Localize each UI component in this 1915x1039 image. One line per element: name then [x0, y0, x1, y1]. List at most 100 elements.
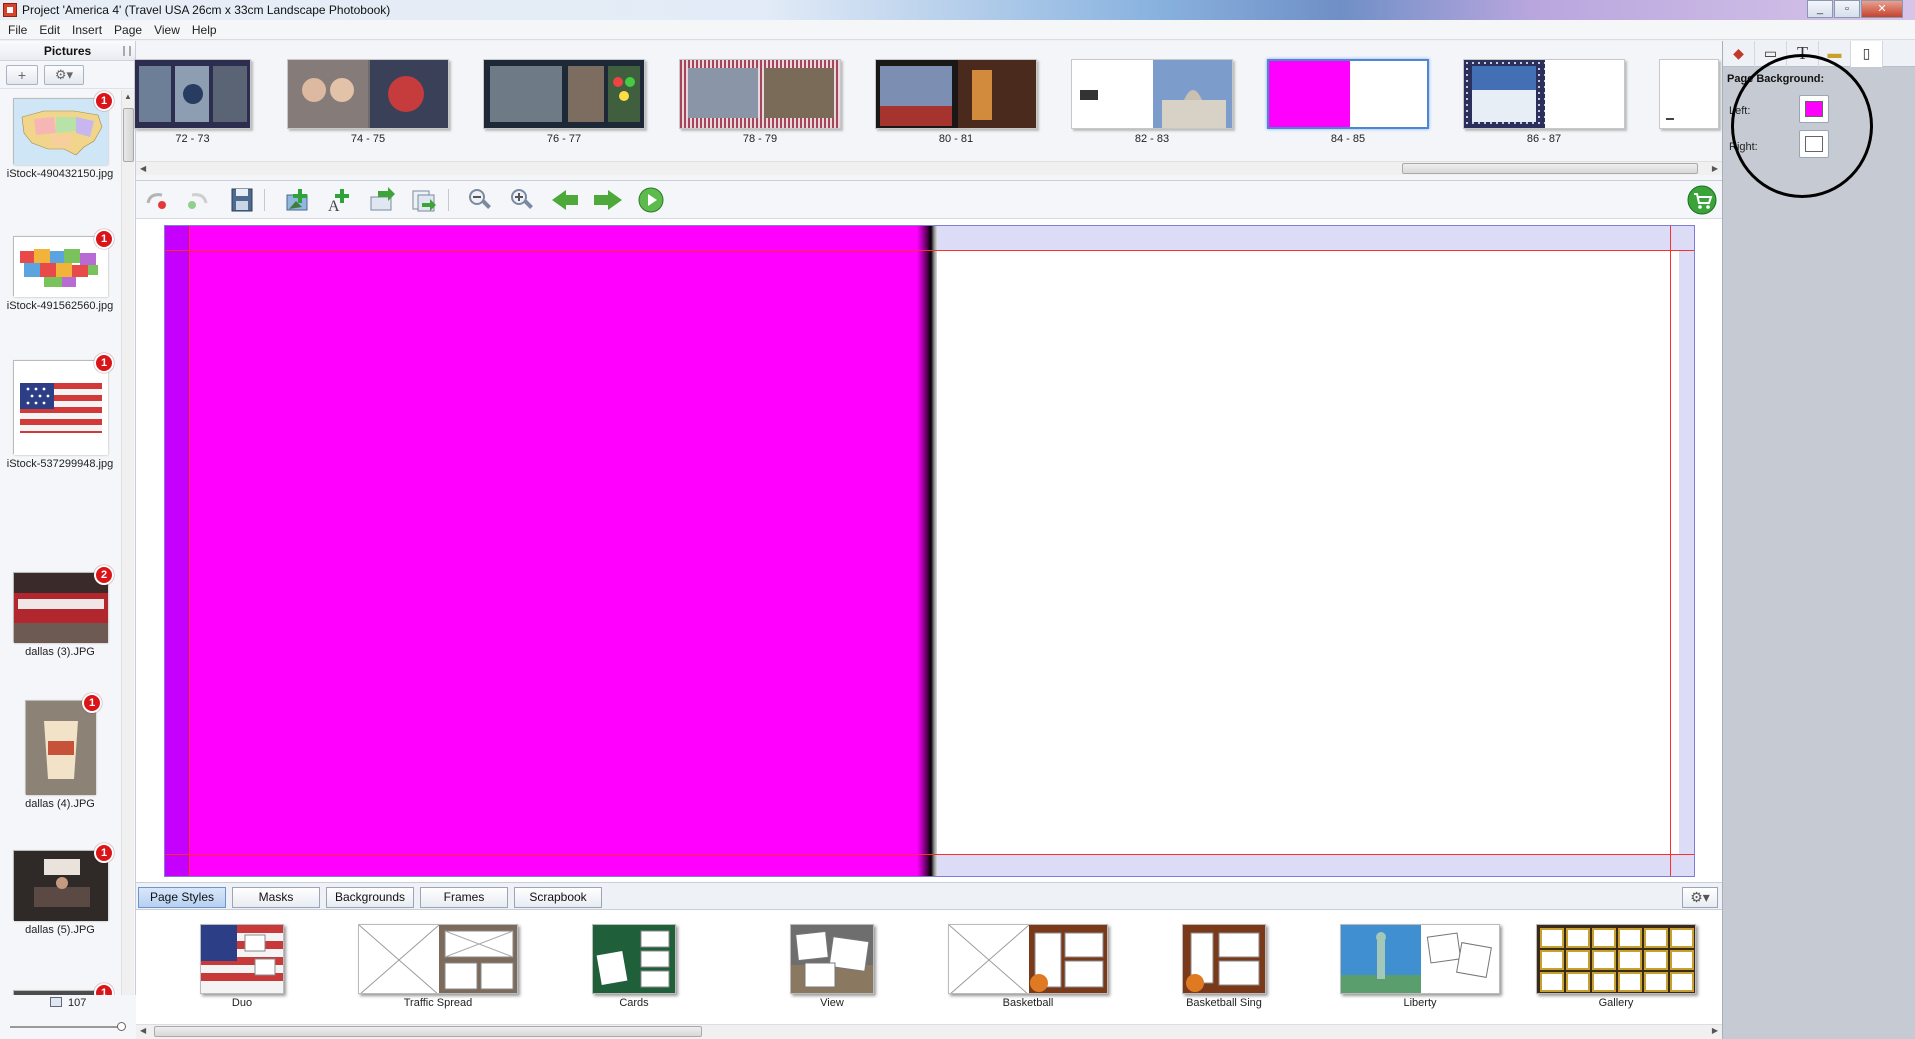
svg-text:A: A	[328, 198, 340, 213]
picture-filename: dallas (3).JPG	[25, 646, 95, 658]
add-picture-button[interactable]: +	[6, 65, 38, 85]
cart-icon[interactable]	[1686, 185, 1718, 215]
panel-grip-icon[interactable]	[123, 46, 131, 56]
usage-count-badge: 1	[94, 229, 114, 249]
maximize-button[interactable]: ▫	[1834, 0, 1860, 18]
scroll-right-icon[interactable]: ▶	[1712, 1026, 1718, 1035]
spread-thumbnail[interactable]: 72 - 73	[134, 59, 251, 145]
scroll-thumb[interactable]	[123, 108, 134, 162]
spread-thumbnail[interactable]: 82 - 83	[1071, 59, 1233, 145]
tab-backgrounds[interactable]: Backgrounds	[326, 887, 414, 908]
menu-view[interactable]: View	[148, 20, 186, 40]
spread-thumbnail[interactable]: 80 - 81	[875, 59, 1037, 145]
pictures-title: Pictures	[43, 44, 92, 58]
picture-thumbnail[interactable]: 1	[13, 843, 114, 921]
list-item[interactable]: 1 iStock-491562560.jpg	[0, 229, 120, 312]
page-style-view[interactable]: View	[790, 924, 874, 1009]
scroll-left-icon[interactable]: ◀	[140, 1026, 146, 1035]
undo-icon[interactable]	[142, 187, 170, 213]
page-icon[interactable]: ▯	[1851, 41, 1883, 67]
picture-thumbnail[interactable]: 1	[13, 353, 114, 455]
previous-page-icon[interactable]	[552, 187, 580, 213]
spread-canvas[interactable]	[164, 225, 1695, 877]
title-bar: Project 'America 4' (Travel USA 26cm x 3…	[0, 0, 1915, 20]
spread-thumbnail[interactable]: 86 - 87	[1463, 59, 1625, 145]
scroll-thumb[interactable]	[154, 1026, 702, 1037]
thumbnail-size-slider[interactable]	[10, 1022, 126, 1031]
save-icon[interactable]	[228, 187, 256, 213]
usage-count-badge: 1	[94, 91, 114, 111]
page-strip: 72 - 73 74 - 75 76 - 77 78 - 79 80 - 81 …	[134, 41, 1722, 181]
pictures-footer: 107	[0, 995, 136, 1039]
spread-image	[1463, 59, 1625, 129]
redo-icon[interactable]	[184, 187, 212, 213]
play-icon[interactable]	[638, 187, 666, 213]
picture-thumbnail[interactable]: 1	[13, 229, 114, 297]
spread-thumbnail[interactable]	[1659, 59, 1719, 129]
tab-masks[interactable]: Masks	[232, 887, 320, 908]
spread-thumbnail[interactable]: 78 - 79	[679, 59, 841, 145]
add-photo-icon[interactable]	[284, 187, 312, 213]
pictures-settings-button[interactable]: ⚙▾	[44, 65, 84, 85]
photo-image	[14, 851, 108, 921]
zoom-in-icon[interactable]	[508, 187, 536, 213]
menu-page[interactable]: Page	[108, 20, 148, 40]
styles-settings-button[interactable]: ⚙▾	[1682, 887, 1718, 908]
menu-insert[interactable]: Insert	[66, 20, 108, 40]
spread-label: 76 - 77	[546, 133, 582, 145]
page-style-gallery[interactable]: Gallery	[1536, 924, 1696, 1009]
page-styles-gallery: Duo Traffic Spread Cards View Basketball…	[136, 910, 1722, 1024]
scroll-thumb[interactable]	[1402, 163, 1698, 174]
export-icon[interactable]	[410, 187, 438, 213]
gear-icon: ⚙▾	[54, 67, 74, 82]
page-style-basketball[interactable]: Basketball	[948, 924, 1108, 1009]
spread-thumbnail[interactable]: 76 - 77	[483, 59, 645, 145]
scroll-up-icon[interactable]: ▲	[124, 92, 132, 101]
add-text-icon[interactable]: A	[326, 187, 354, 215]
shapes-icon[interactable]: ◆	[1723, 41, 1755, 67]
bottom-tabs: Page Styles Masks Backgrounds Frames Scr…	[136, 882, 1722, 910]
menu-file[interactable]: File	[0, 20, 33, 40]
left-page[interactable]	[165, 226, 931, 876]
style-label: Cards	[619, 997, 649, 1009]
style-label: Duo	[231, 997, 253, 1009]
list-item[interactable]: 1 iStock-490432150.jpg	[0, 91, 120, 180]
list-item[interactable]: 1 dallas (4).JPG	[0, 693, 120, 810]
list-item[interactable]: 1 iStock-537299948.jpg	[0, 353, 120, 470]
style-label: Gallery	[1598, 997, 1634, 1009]
next-page-icon[interactable]	[594, 187, 622, 213]
page-style-traffic-spread[interactable]: Traffic Spread	[358, 924, 518, 1009]
list-item[interactable]: 2 dallas (3).JPG	[0, 565, 120, 658]
scroll-left-icon[interactable]: ◀	[140, 162, 146, 175]
picture-thumbnail[interactable]: 1	[25, 693, 102, 795]
spread-image	[134, 59, 251, 129]
page-style-cards[interactable]: Cards	[592, 924, 676, 1009]
page-style-liberty[interactable]: Liberty	[1340, 924, 1500, 1009]
minimize-button[interactable]: _	[1807, 0, 1833, 18]
slider-knob[interactable]	[117, 1022, 126, 1031]
tab-frames[interactable]: Frames	[420, 887, 508, 908]
close-button[interactable]: ✕	[1861, 0, 1903, 18]
page-strip-scrollbar[interactable]: ◀ ▶	[136, 161, 1722, 175]
spread-thumbnail-selected[interactable]: 84 - 85	[1267, 59, 1429, 145]
list-item[interactable]: 1 dallas (5).JPG	[0, 843, 120, 936]
right-page[interactable]	[937, 250, 1679, 854]
pictures-header: Pictures	[0, 41, 135, 61]
pictures-scrollbar[interactable]: ▲ ▼	[121, 90, 134, 1035]
tab-scrapbook[interactable]: Scrapbook	[514, 887, 602, 908]
tab-page-styles[interactable]: Page Styles	[138, 887, 226, 908]
scroll-right-icon[interactable]: ▶	[1712, 162, 1718, 175]
style-preview	[948, 924, 1108, 994]
styles-scrollbar[interactable]: ◀ ▶	[136, 1024, 1722, 1039]
import-icon[interactable]	[368, 187, 396, 213]
spread-thumbnail[interactable]: 74 - 75	[287, 59, 449, 145]
picture-thumbnail[interactable]: 1	[13, 91, 114, 165]
spread-image	[1071, 59, 1233, 129]
picture-thumbnail[interactable]: 2	[13, 565, 114, 643]
editor-canvas[interactable]	[136, 219, 1722, 882]
menu-edit[interactable]: Edit	[33, 20, 66, 40]
page-style-duo[interactable]: Duo	[200, 924, 284, 1009]
menu-help[interactable]: Help	[186, 20, 223, 40]
zoom-out-icon[interactable]	[466, 187, 494, 213]
page-style-basketball-sing[interactable]: Basketball Sing	[1182, 924, 1266, 1009]
